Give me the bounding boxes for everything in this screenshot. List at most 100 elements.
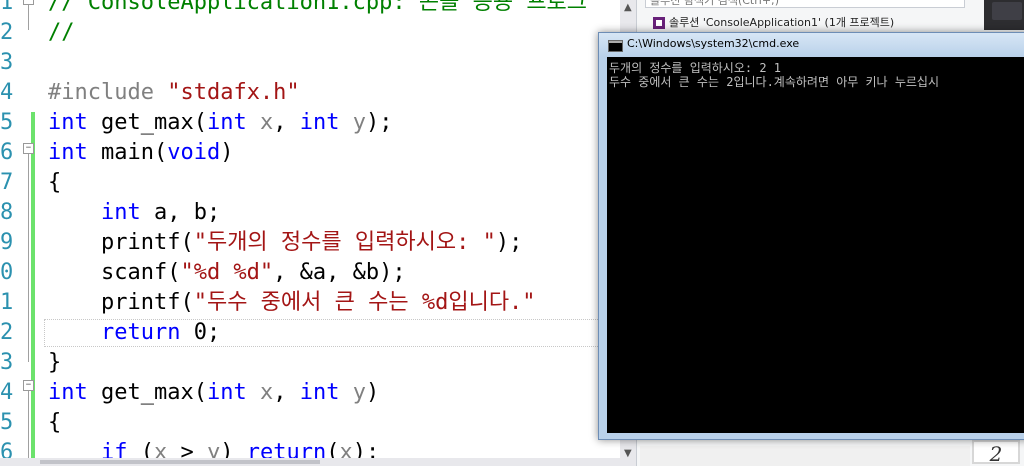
console-output[interactable]: 두개의 정수를 입력하시오: 2 1 두수 중에서 큰 수는 2입니다.계속하려…: [607, 57, 1024, 433]
collapse-icon[interactable]: −: [23, 0, 34, 5]
line-number: 2: [0, 320, 14, 345]
code-token: int: [100, 200, 141, 225]
code-line[interactable]: }: [48, 348, 61, 378]
code-line[interactable]: int a, b;: [48, 198, 220, 228]
cmd-icon: [608, 40, 623, 52]
console-window[interactable]: C:\Windows\system32\cmd.exe 두개의 정수를 입력하시…: [598, 32, 1024, 440]
code-token: // ConsoleApplication1.cpp: 콘솔 응용 프로그: [48, 0, 588, 15]
code-token: "%d %d": [180, 260, 274, 285]
outline-guide: [28, 391, 29, 466]
collapse-icon[interactable]: −: [23, 143, 34, 154]
code-token: get_max(: [87, 110, 207, 135]
code-token: void: [167, 140, 221, 165]
code-token: int: [206, 110, 247, 135]
line-number: 3: [0, 350, 14, 375]
code-token: ): [365, 380, 380, 405]
code-token: //: [48, 20, 75, 45]
code-token: {: [48, 170, 62, 195]
code-token: printf(: [48, 290, 194, 315]
line-number: 3: [0, 50, 14, 75]
code-token: {: [48, 410, 62, 435]
line-number: 8: [0, 200, 14, 225]
code-token: );: [495, 230, 523, 255]
line-number: 5: [0, 410, 14, 435]
line-number: 9: [0, 230, 14, 255]
toolbar-button[interactable]: [992, 2, 1022, 20]
code-line[interactable]: scanf("%d %d", &a, &b);: [48, 258, 406, 288]
outline-guide: [28, 154, 29, 362]
console-line: 두개의 정수를 입력하시오: 2 1: [609, 61, 782, 75]
code-token: int: [48, 380, 88, 405]
line-number: 7: [0, 170, 14, 195]
code-token: int: [48, 140, 88, 165]
code-token: main(: [87, 140, 168, 165]
code-line[interactable]: int get_max(int x, int y): [48, 378, 379, 408]
code-line[interactable]: {: [48, 408, 61, 438]
horizontal-scrollbar[interactable]: [0, 458, 640, 466]
code-token: x: [259, 110, 274, 135]
code-token: "두수 중에서 큰 수는 %d입니다.": [193, 290, 536, 315]
code-token: );: [365, 110, 393, 135]
code-token: int: [48, 110, 88, 135]
code-token: 0;: [180, 320, 221, 345]
code-line[interactable]: //: [48, 18, 75, 48]
console-line: 두수 중에서 큰 수는 2입니다.계속하려면 아무 키나 누르십시: [609, 75, 939, 89]
collapse-icon[interactable]: −: [23, 380, 34, 391]
code-line[interactable]: return 0;: [48, 318, 220, 348]
code-token: y: [352, 380, 366, 405]
line-number: 4: [0, 80, 14, 105]
code-token: int: [206, 380, 247, 405]
code-token: x: [259, 380, 274, 405]
console-titlebar[interactable]: C:\Windows\system32\cmd.exe: [599, 33, 1024, 57]
code-line[interactable]: {: [48, 168, 61, 198]
code-line[interactable]: int main(void): [48, 138, 233, 168]
code-line[interactable]: printf("두수 중에서 큰 수는 %d입니다.": [48, 288, 536, 318]
code-token: scanf(: [48, 260, 181, 285]
code-token: ): [220, 140, 234, 165]
code-token: return: [100, 320, 181, 345]
line-number: 6: [0, 140, 14, 165]
code-token: int: [299, 380, 340, 405]
line-number: 5: [0, 110, 14, 135]
code-token: , &a, &b);: [273, 260, 406, 285]
code-token: ,: [273, 380, 300, 405]
code-token: ,: [273, 110, 300, 135]
scroll-down-icon[interactable]: ▼: [624, 448, 632, 459]
console-title: C:\Windows\system32\cmd.exe: [627, 37, 800, 50]
solution-icon: [653, 17, 665, 29]
code-token: a, b;: [140, 200, 221, 225]
change-tracking-bar: [31, 112, 35, 466]
code-token: y: [352, 110, 366, 135]
code-token: int: [299, 110, 340, 135]
line-number: 1: [0, 0, 14, 15]
scroll-up-icon[interactable]: ▲: [624, 2, 632, 13]
line-number: 0: [0, 260, 14, 285]
code-line[interactable]: int get_max(int x, int y);: [48, 108, 392, 138]
scrollbar-thumb[interactable]: [40, 460, 320, 464]
line-number: 4: [0, 380, 14, 405]
solution-root-item[interactable]: 솔루션 'ConsoleApplication1' (1개 프로젝트): [653, 14, 894, 30]
code-line[interactable]: // ConsoleApplication1.cpp: 콘솔 응용 프로그: [48, 0, 587, 18]
panel-bottom-strip: [640, 446, 970, 466]
line-number: 1: [0, 290, 14, 315]
code-token: printf(: [48, 230, 194, 255]
code-token: "두개의 정수를 입력하시오: ": [193, 230, 496, 255]
code-line[interactable]: printf("두개의 정수를 입력하시오: ");: [48, 228, 522, 258]
code-token: #include: [48, 80, 168, 105]
toolbar-corner: [984, 0, 1024, 30]
page-counter-badge: 2: [972, 440, 1020, 466]
code-editor[interactable]: 1234567890123456 − − − // ConsoleApplica…: [0, 0, 640, 466]
code-token: }: [48, 350, 62, 375]
line-number: 2: [0, 20, 14, 45]
code-line[interactable]: #include "stdafx.h": [48, 78, 300, 108]
code-token: "stdafx.h": [167, 80, 300, 105]
solution-root-label: 솔루션 'ConsoleApplication1' (1개 프로젝트): [669, 16, 895, 29]
solution-search-input[interactable]: 솔루션 탐색기 검색(Ctrl+;): [645, 0, 965, 8]
code-token: get_max(: [87, 380, 207, 405]
